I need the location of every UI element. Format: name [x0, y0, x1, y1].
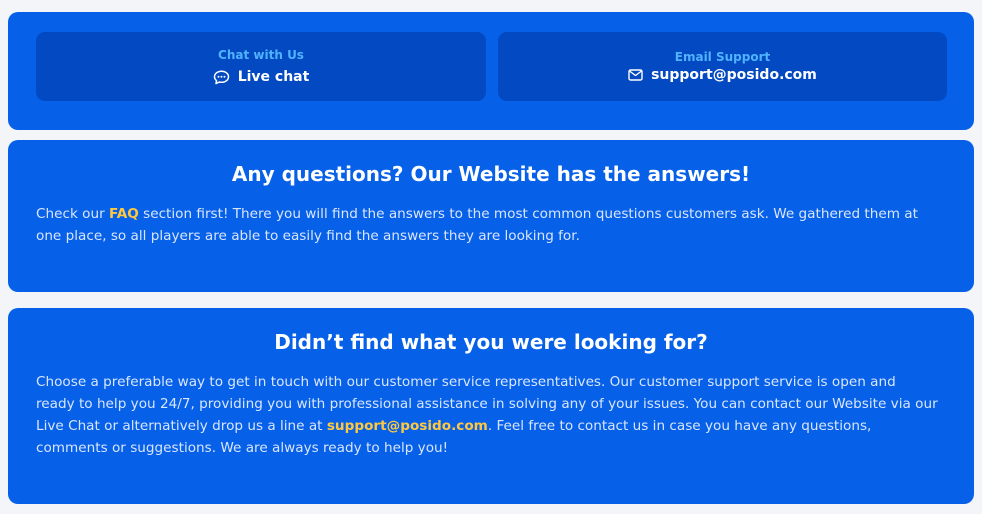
- help-section: Didn’t find what you were looking for? C…: [8, 308, 974, 504]
- faq-text-after: section first! There you will find the a…: [36, 206, 918, 244]
- chat-value: Live chat: [213, 69, 310, 85]
- chat-bubble-icon: [213, 69, 230, 85]
- email-value: support@posido.com: [628, 67, 817, 83]
- chat-caption: Chat with Us: [218, 48, 304, 62]
- contact-options-panel: Chat with Us Live chat Email Support sup…: [8, 12, 974, 130]
- faq-link[interactable]: FAQ: [109, 206, 139, 222]
- envelope-icon: [628, 69, 643, 81]
- email-label: support@posido.com: [651, 67, 817, 83]
- chat-label: Live chat: [237, 69, 310, 85]
- email-support-button[interactable]: Email Support support@posido.com: [498, 32, 947, 101]
- faq-text-before: Check our: [36, 206, 109, 222]
- faq-text: Check our FAQ section first! There you w…: [36, 203, 938, 247]
- help-heading: Didn’t find what you were looking for?: [274, 330, 708, 354]
- email-caption: Email Support: [674, 50, 771, 64]
- help-text: Choose a preferable way to get in touch …: [36, 371, 938, 459]
- support-email-link[interactable]: support@posido.com: [327, 418, 488, 434]
- live-chat-button[interactable]: Chat with Us Live chat: [36, 32, 486, 101]
- faq-heading: Any questions? Our Website has the answe…: [231, 162, 751, 186]
- faq-section: Any questions? Our Website has the answe…: [8, 140, 974, 292]
